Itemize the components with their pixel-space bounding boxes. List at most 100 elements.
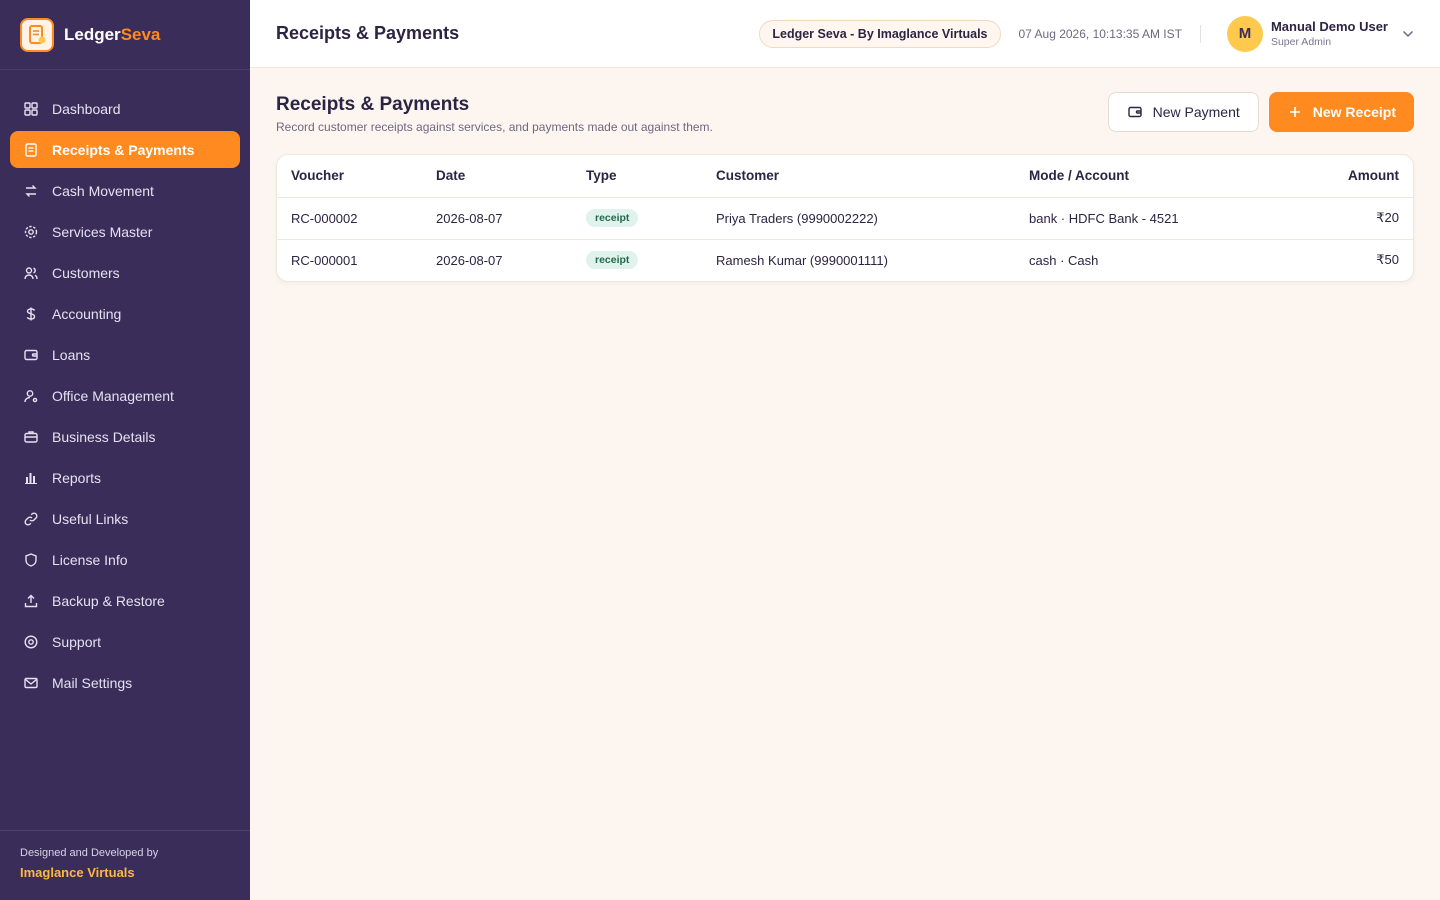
- brand-name: LedgerSeva: [64, 24, 161, 44]
- user-name: Manual Demo User: [1270, 19, 1388, 34]
- cell-type: receipt: [572, 239, 702, 281]
- sidebar-item-label: Reports: [52, 469, 102, 486]
- sidebar-item-label: Services Master: [52, 223, 153, 240]
- link-icon: [24, 511, 38, 526]
- shield-icon: [24, 552, 38, 567]
- user-role: Super Admin: [1270, 36, 1332, 48]
- sidebar-nav: Dashboard Receipts & Payments Cash Movem…: [0, 70, 250, 830]
- type-badge: receipt: [586, 251, 639, 270]
- arrows-exchange-icon: [24, 184, 38, 198]
- user-cog-icon: [24, 389, 38, 403]
- column-header-amount[interactable]: Amount: [1255, 155, 1413, 198]
- page-header: Receipts & Payments Record customer rece…: [276, 92, 1414, 134]
- sidebar-item-support[interactable]: Support: [10, 623, 240, 660]
- sidebar-item-label: License Info: [52, 551, 128, 568]
- datetime-display: 07 Aug 2026, 10:13:35 AM IST: [1019, 24, 1201, 43]
- sidebar-item-label: Dashboard: [52, 100, 121, 117]
- topbar: Receipts & Payments Ledger Seva - By Ima…: [250, 0, 1440, 68]
- new-receipt-button[interactable]: New Receipt: [1268, 92, 1414, 132]
- cell-mode-account: cash · Cash: [1029, 252, 1099, 268]
- column-header-type[interactable]: Type: [572, 155, 702, 198]
- cell-customer: Ramesh Kumar (9990001111): [716, 252, 888, 268]
- sidebar-item-accounting[interactable]: Accounting: [10, 295, 240, 332]
- dashboard-grid-icon: [24, 101, 38, 116]
- sidebar: LedgerSeva Dashboard Receipts & Payments…: [0, 0, 250, 900]
- page-actions: New Payment New Receipt: [1107, 92, 1414, 132]
- brand[interactable]: LedgerSeva: [0, 0, 250, 70]
- type-badge: receipt: [586, 209, 639, 227]
- sidebar-item-mail-settings[interactable]: Mail Settings: [10, 664, 240, 701]
- wallet-icon: [24, 348, 38, 362]
- footer-credit-label: Designed and Developed by: [20, 847, 159, 859]
- table-row[interactable]: RC-000002 2026-08-07 receipt Priya Trade…: [277, 197, 1413, 240]
- receipt-icon: [24, 142, 38, 157]
- topbar-title: Receipts & Payments: [276, 23, 460, 43]
- column-header-date[interactable]: Date: [422, 155, 572, 198]
- app-badge: Ledger Seva - By Imaglance Virtuals: [759, 19, 1001, 48]
- wallet-icon: [1127, 104, 1143, 120]
- sidebar-item-label: Backup & Restore: [52, 592, 165, 609]
- sidebar-item-label: Business Details: [52, 428, 156, 445]
- cell-customer: Priya Traders (9990002222): [702, 197, 1015, 240]
- sidebar-item-label: Support: [52, 633, 102, 650]
- page-heading: Receipts & Payments Record customer rece…: [276, 92, 713, 134]
- sidebar-item-label: Accounting: [52, 305, 122, 322]
- sidebar-item-dashboard[interactable]: Dashboard: [10, 90, 240, 127]
- sidebar-item-label: Useful Links: [52, 510, 129, 527]
- sidebar-item-label: Mail Settings: [52, 674, 133, 691]
- mail-icon: [24, 676, 38, 690]
- cell-voucher: RC-000001: [291, 252, 358, 268]
- vouchers-table: Voucher Date Type Customer Mode / Accoun…: [277, 155, 1413, 281]
- upload-icon: [24, 594, 38, 608]
- chevron-down-icon[interactable]: [1402, 28, 1414, 40]
- sidebar-item-services-master[interactable]: Services Master: [10, 213, 240, 250]
- dollar-icon: [24, 307, 38, 321]
- footer-credit-brand: Imaglance Virtuals: [20, 865, 135, 880]
- briefcase-icon: [24, 430, 38, 444]
- sidebar-item-label: Cash Movement: [52, 182, 154, 199]
- page-title: Receipts & Payments: [276, 94, 470, 115]
- new-payment-button[interactable]: New Payment: [1107, 92, 1259, 132]
- column-header-voucher[interactable]: Voucher: [277, 155, 422, 198]
- sidebar-item-label: Customers: [52, 264, 120, 281]
- cell-mode-account: bank · HDFC Bank - 4521: [1015, 197, 1255, 240]
- avatar: M: [1226, 15, 1263, 52]
- user-menu[interactable]: M Manual Demo User Super Admin: [1226, 15, 1414, 52]
- table-row[interactable]: RC-000001 2026-08-07 receipt Ramesh Kuma…: [277, 239, 1413, 281]
- sidebar-item-loans[interactable]: Loans: [10, 336, 240, 373]
- page-subtitle: Record customer receipts against service…: [276, 120, 713, 134]
- sidebar-item-receipts-payments[interactable]: Receipts & Payments: [10, 131, 240, 168]
- vouchers-table-card: Voucher Date Type Customer Mode / Accoun…: [276, 154, 1414, 282]
- sidebar-item-customers[interactable]: Customers: [10, 254, 240, 291]
- sidebar-item-label: Receipts & Payments: [52, 141, 195, 158]
- support-icon: [24, 634, 38, 649]
- bar-chart-icon: [24, 471, 38, 485]
- gear-icon: [24, 225, 38, 239]
- plus-icon: [1287, 104, 1303, 120]
- user-info: Manual Demo User Super Admin: [1271, 19, 1388, 48]
- sidebar-item-office-management[interactable]: Office Management: [10, 377, 240, 414]
- new-receipt-label: New Receipt: [1312, 104, 1396, 120]
- sidebar-footer: Designed and Developed by Imaglance Virt…: [0, 830, 250, 900]
- sidebar-item-license-info[interactable]: License Info: [10, 541, 240, 578]
- ledger-document-icon: [20, 17, 54, 52]
- sidebar-item-reports[interactable]: Reports: [10, 459, 240, 496]
- sidebar-item-label: Office Management: [52, 387, 174, 404]
- cell-amount: ₹50: [1376, 252, 1399, 268]
- main-content: Receipts & Payments Record customer rece…: [250, 68, 1440, 900]
- users-icon: [24, 266, 38, 280]
- sidebar-item-backup-restore[interactable]: Backup & Restore: [10, 582, 240, 619]
- column-header-mode-account[interactable]: Mode / Account: [1015, 155, 1255, 198]
- cell-amount: ₹20: [1255, 197, 1413, 240]
- sidebar-item-business-details[interactable]: Business Details: [10, 418, 240, 455]
- column-header-customer[interactable]: Customer: [702, 155, 1015, 198]
- topbar-right: Ledger Seva - By Imaglance Virtuals 07 A…: [759, 15, 1414, 52]
- cell-date: 2026-08-07: [422, 197, 572, 240]
- cell-type: receipt: [572, 197, 702, 240]
- table-header-row: Voucher Date Type Customer Mode / Accoun…: [277, 155, 1413, 198]
- sidebar-item-label: Loans: [52, 346, 91, 363]
- new-payment-label: New Payment: [1152, 104, 1240, 120]
- sidebar-item-useful-links[interactable]: Useful Links: [10, 500, 240, 537]
- sidebar-item-cash-movement[interactable]: Cash Movement: [10, 172, 240, 209]
- cell-date: 2026-08-07: [436, 252, 503, 268]
